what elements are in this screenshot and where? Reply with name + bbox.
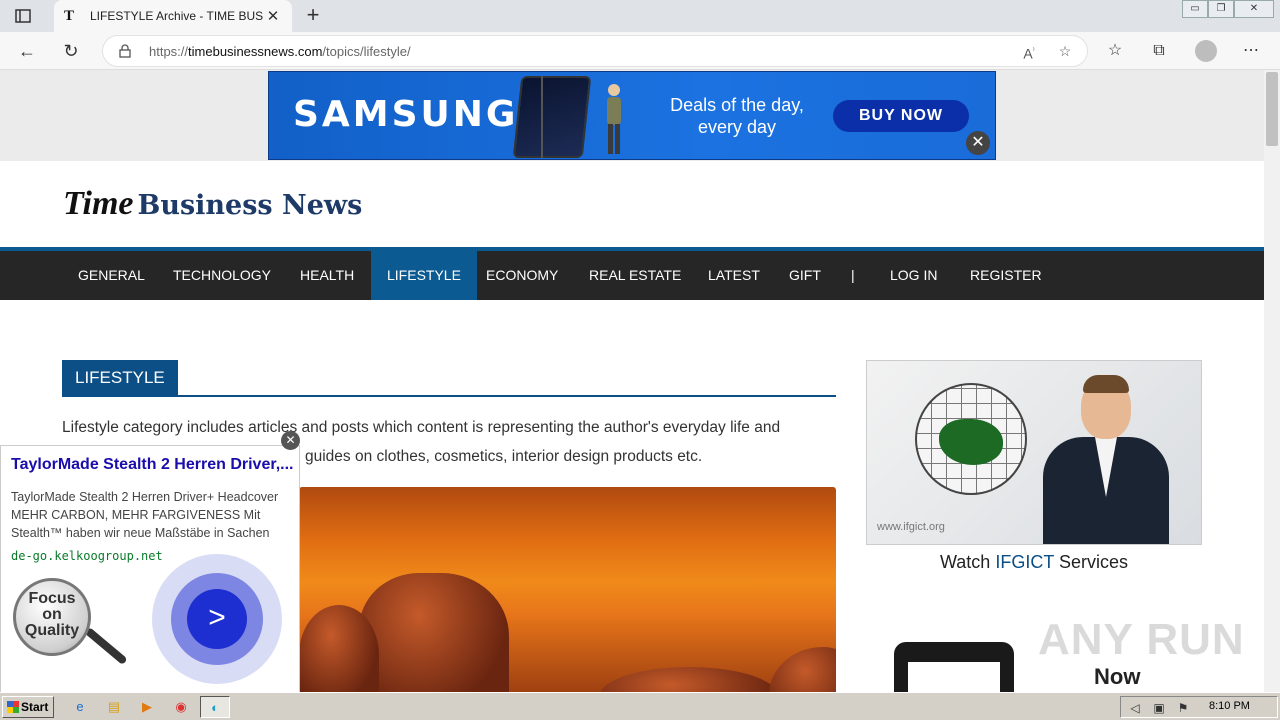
start-button[interactable]: Start <box>2 696 54 718</box>
flag-icon[interactable]: ⚑ <box>1175 700 1191 716</box>
ie-icon[interactable]: e <box>68 696 92 718</box>
section-divider <box>62 395 836 397</box>
nav-item-economy[interactable]: ECONOMY <box>470 251 574 300</box>
app-phone-screen <box>908 662 1000 692</box>
rock-shape <box>599 667 779 692</box>
focus-on-quality-badge: Focus on Quality <box>13 578 91 656</box>
browser-toolbar: ← ↻ https://timebusinessnews.com/topics/… <box>0 32 1280 70</box>
system-tray: ◁ ▣ ⚑ 8:10 PM <box>1120 696 1278 718</box>
site-favicon-icon: T <box>64 7 75 24</box>
url-text: https://timebusinessnews.com/topics/life… <box>149 44 411 59</box>
tab-close-icon[interactable]: ✕ <box>264 7 282 25</box>
scrollbar-thumb[interactable] <box>1266 72 1278 146</box>
favorites-icon[interactable]: ☆ <box>1105 41 1125 61</box>
browser-tab-bar: T LIFESTYLE Archive - TIME BUSINESS NEWS… <box>0 0 1280 32</box>
nav-item-general[interactable]: GENERAL <box>62 251 161 300</box>
ad-tagline: Deals of the day, every day <box>670 95 804 137</box>
browser-tab[interactable]: T LIFESTYLE Archive - TIME BUSINESS NEWS… <box>54 0 292 32</box>
ifgict-url: www.ifgict.org <box>877 521 945 533</box>
popup-ad-description: TaylorMade Stealth 2 Herren Driver+ Head… <box>11 490 279 540</box>
windows-logo-icon <box>7 701 19 713</box>
read-aloud-icon[interactable]: A⁾ <box>1019 41 1039 62</box>
nav-item-latest[interactable]: LATEST <box>692 251 776 300</box>
nav-item-lifestyle[interactable]: LIFESTYLE <box>371 251 477 300</box>
magnifier-handle <box>84 626 128 666</box>
site-header: Time Business News <box>0 161 1264 248</box>
new-tab-button[interactable]: + <box>302 4 324 28</box>
address-bar[interactable]: https://timebusinessnews.com/topics/life… <box>102 35 1088 67</box>
phone-fold <box>541 76 543 158</box>
ifgict-video[interactable]: www.ifgict.org <box>866 360 1202 545</box>
popup-ad-host: de-go.kelkoogroup.net <box>11 549 163 563</box>
chrome-icon[interactable]: ◉ <box>169 696 193 718</box>
buy-now-button[interactable]: BUY NOW <box>833 100 969 132</box>
explorer-folder-icon[interactable]: ▤ <box>102 696 126 718</box>
phone-image <box>512 76 592 158</box>
nav-item-health[interactable]: HEALTH <box>284 251 370 300</box>
presenter-hair <box>1083 375 1129 393</box>
nav-item-log-in[interactable]: LOG IN <box>874 251 953 300</box>
popup-ad-title[interactable]: TaylorMade Stealth 2 Herren Driver,... <box>11 456 301 474</box>
site-logo[interactable]: Time Business News <box>63 185 362 223</box>
maximize-button[interactable]: ❐ <box>1208 0 1234 18</box>
screen: T LIFESTYLE Archive - TIME BUSINESS NEWS… <box>0 0 1280 720</box>
minimize-button[interactable]: ▭ <box>1182 0 1208 18</box>
collections-icon[interactable]: ⧉ <box>1149 41 1169 61</box>
nav-item-technology[interactable]: TECHNOLOGY <box>157 251 287 300</box>
network-icon[interactable]: ▣ <box>1151 700 1167 716</box>
profile-avatar[interactable] <box>1195 40 1217 62</box>
main-nav: GENERAL TECHNOLOGY HEALTH LIFESTYLE ECON… <box>0 251 1264 300</box>
taskbar: Start e ▤ ▶ ◉ ◐ ◁ ▣ ⚑ 8:10 PM <box>0 692 1280 720</box>
section-title: LIFESTYLE <box>62 360 178 396</box>
clock: 8:10 PM <box>1209 700 1250 712</box>
popup-ad[interactable]: TaylorMade Stealth 2 Herren Driver,... T… <box>0 445 300 695</box>
popup-close-icon[interactable]: ✕ <box>281 431 300 450</box>
nav-item-gift[interactable]: GIFT <box>773 251 837 300</box>
add-favorite-icon[interactable]: ☆ <box>1055 41 1075 61</box>
page-scrollbar[interactable] <box>1264 70 1280 692</box>
volume-icon[interactable]: ◁ <box>1127 700 1143 716</box>
watch-ifgict-caption[interactable]: Watch IFGICT Services <box>866 552 1202 573</box>
ad-brand: SAMSUNG <box>293 94 519 135</box>
article-hero-image[interactable] <box>299 487 836 692</box>
anyrun-watermark: ANY RUN <box>1038 615 1245 664</box>
now-text: Now <box>1094 664 1141 689</box>
ad-close-icon[interactable]: ✕ <box>966 131 990 155</box>
media-player-icon[interactable]: ▶ <box>135 696 159 718</box>
go-arrow-button[interactable]: > <box>187 589 247 649</box>
close-window-button[interactable]: ✕ <box>1234 0 1274 18</box>
lock-icon <box>119 44 131 58</box>
rock-shape <box>769 647 836 692</box>
nav-item-register[interactable]: REGISTER <box>954 251 1058 300</box>
more-menu-icon[interactable]: ⋯ <box>1241 41 1261 61</box>
person-image <box>607 84 621 154</box>
nav-item-real-estate[interactable]: REAL ESTATE <box>573 251 697 300</box>
refresh-icon[interactable]: ↻ <box>60 40 82 62</box>
back-arrow-icon[interactable]: ← <box>16 40 38 62</box>
samsung-ad-banner[interactable]: SAMSUNG Deals of the day, every day BUY N… <box>268 71 996 160</box>
rock-shape <box>359 573 509 692</box>
tab-title: LIFESTYLE Archive - TIME BUSINESS NEWS <box>90 9 264 23</box>
tab-actions-icon[interactable] <box>12 6 34 26</box>
edge-icon[interactable]: ◐ <box>200 696 230 718</box>
nav-separator: | <box>851 267 855 283</box>
